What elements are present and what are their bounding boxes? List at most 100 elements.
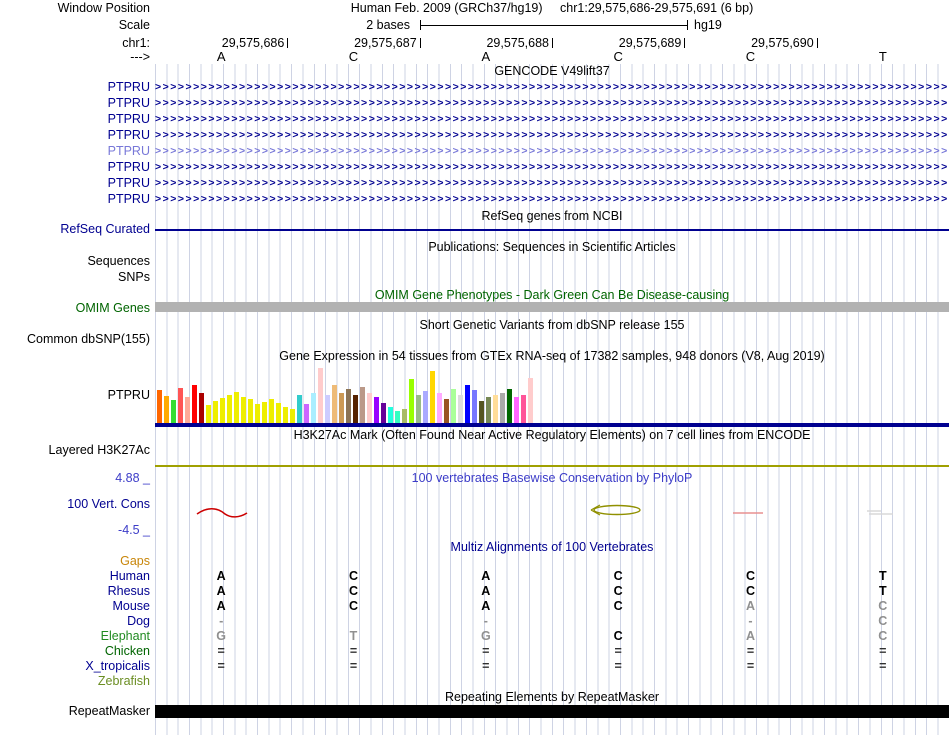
gene-label[interactable]: PTPRU (0, 192, 150, 206)
species-label[interactable]: Rhesus (0, 584, 150, 598)
gtex-bar[interactable] (325, 395, 330, 423)
repeatmasker-label[interactable]: RepeatMasker (0, 704, 150, 718)
gtex-bar[interactable] (514, 397, 519, 423)
gtex-bar[interactable] (521, 395, 526, 423)
gtex-bar[interactable] (178, 388, 183, 423)
gtex-bar[interactable] (157, 390, 162, 423)
multiz-species-row[interactable]: Mouse A C A C A C (0, 599, 950, 613)
species-label[interactable]: Chicken (0, 644, 150, 658)
gtex-bar[interactable] (332, 385, 337, 423)
gene-arrows[interactable]: >>>>>>>>>>>>>>>>>>>>>>>>>>>>>>>>>>>>>>>>… (155, 176, 949, 190)
gtex-bar[interactable] (262, 402, 267, 423)
gtex-gene-model-line[interactable] (155, 423, 949, 427)
gencode-gene-row[interactable]: PTPRU >>>>>>>>>>>>>>>>>>>>>>>>>>>>>>>>>>>… (0, 128, 950, 142)
gtex-bar[interactable] (353, 395, 358, 423)
gtex-bar[interactable] (493, 395, 498, 423)
gtex-bar[interactable] (227, 395, 232, 423)
sequences-label[interactable]: Sequences (0, 254, 150, 268)
gtex-bar[interactable] (241, 397, 246, 423)
gtex-bar[interactable] (360, 387, 365, 423)
gtex-bar[interactable] (423, 391, 428, 423)
gtex-bar[interactable] (472, 390, 477, 423)
gtex-bar[interactable] (416, 395, 421, 423)
gencode-gene-row[interactable]: PTPRU >>>>>>>>>>>>>>>>>>>>>>>>>>>>>>>>>>>… (0, 80, 950, 94)
phylop-wiggle-track[interactable] (155, 480, 949, 530)
gtex-bar[interactable] (283, 407, 288, 423)
gencode-gene-row[interactable]: PTPRU >>>>>>>>>>>>>>>>>>>>>>>>>>>>>>>>>>>… (0, 96, 950, 110)
gene-arrows[interactable]: >>>>>>>>>>>>>>>>>>>>>>>>>>>>>>>>>>>>>>>>… (155, 112, 949, 126)
multiz-species-row[interactable]: Chicken = = = = = = (0, 644, 950, 658)
gtex-bar[interactable] (234, 392, 239, 423)
gene-label[interactable]: PTPRU (0, 128, 150, 142)
gene-arrows[interactable]: >>>>>>>>>>>>>>>>>>>>>>>>>>>>>>>>>>>>>>>>… (155, 192, 949, 206)
gtex-bar[interactable] (395, 411, 400, 423)
h3k27ac-track[interactable] (155, 465, 949, 467)
h3k27ac-label[interactable]: Layered H3K27Ac (0, 443, 150, 457)
gtex-bar[interactable] (248, 399, 253, 423)
gtex-bar[interactable] (164, 396, 169, 423)
gtex-bar[interactable] (206, 405, 211, 423)
gene-label[interactable]: PTPRU (0, 176, 150, 190)
multiz-species-row[interactable]: Gaps (0, 554, 950, 568)
gene-label[interactable]: PTPRU (0, 96, 150, 110)
gtex-bar[interactable] (500, 393, 505, 423)
gtex-bar[interactable] (220, 398, 225, 423)
gtex-bar[interactable] (185, 397, 190, 423)
multiz-species-row[interactable]: X_tropicalis = = = = = = (0, 659, 950, 673)
gtex-bar[interactable] (437, 393, 442, 423)
refseq-curated-label[interactable]: RefSeq Curated (0, 222, 150, 236)
gencode-gene-row[interactable]: PTPRU >>>>>>>>>>>>>>>>>>>>>>>>>>>>>>>>>>>… (0, 160, 950, 174)
gtex-bar[interactable] (255, 404, 260, 423)
gtex-bar[interactable] (486, 397, 491, 423)
gene-arrows[interactable]: >>>>>>>>>>>>>>>>>>>>>>>>>>>>>>>>>>>>>>>>… (155, 80, 949, 94)
gtex-bar[interactable] (311, 393, 316, 423)
gtex-bar[interactable] (192, 385, 197, 423)
gencode-gene-row[interactable]: PTPRU >>>>>>>>>>>>>>>>>>>>>>>>>>>>>>>>>>>… (0, 112, 950, 126)
multiz-species-row[interactable]: Zebrafish (0, 674, 950, 688)
gene-label[interactable]: PTPRU (0, 144, 150, 158)
gtex-bar[interactable] (346, 389, 351, 423)
repeatmasker-track[interactable] (155, 705, 949, 718)
gtex-bar[interactable] (290, 409, 295, 423)
multiz-species-row[interactable]: Rhesus A C A C C T (0, 584, 950, 598)
multiz-species-row[interactable]: Elephant G T G C A C (0, 629, 950, 643)
species-label[interactable]: Gaps (0, 554, 150, 568)
species-label[interactable]: Elephant (0, 629, 150, 643)
species-label[interactable]: Human (0, 569, 150, 583)
refseq-curated-track[interactable] (155, 229, 949, 231)
omim-genes-label[interactable]: OMIM Genes (0, 301, 150, 315)
gtex-bar[interactable] (374, 397, 379, 423)
gene-arrows[interactable]: >>>>>>>>>>>>>>>>>>>>>>>>>>>>>>>>>>>>>>>>… (155, 144, 949, 158)
multiz-species-row[interactable]: Human A C A C C T (0, 569, 950, 583)
gtex-bar[interactable] (465, 385, 470, 423)
gtex-bar[interactable] (276, 403, 281, 423)
gtex-bar[interactable] (388, 407, 393, 423)
species-label[interactable]: X_tropicalis (0, 659, 150, 673)
gtex-bar[interactable] (507, 389, 512, 423)
gtex-bar[interactable] (199, 393, 204, 423)
gene-label[interactable]: PTPRU (0, 80, 150, 94)
gene-label[interactable]: PTPRU (0, 160, 150, 174)
gencode-gene-row[interactable]: PTPRU >>>>>>>>>>>>>>>>>>>>>>>>>>>>>>>>>>>… (0, 176, 950, 190)
gencode-gene-row[interactable]: PTPRU >>>>>>>>>>>>>>>>>>>>>>>>>>>>>>>>>>>… (0, 144, 950, 158)
gtex-bar[interactable] (367, 393, 372, 423)
snps-label[interactable]: SNPs (0, 270, 150, 284)
gtex-bar[interactable] (171, 400, 176, 423)
species-label[interactable]: Zebrafish (0, 674, 150, 688)
gtex-bar[interactable] (409, 379, 414, 423)
omim-genes-track[interactable] (155, 302, 949, 312)
gtex-bar[interactable] (451, 389, 456, 423)
gtex-bar[interactable] (528, 378, 533, 423)
species-label[interactable]: Dog (0, 614, 150, 628)
gene-arrows[interactable]: >>>>>>>>>>>>>>>>>>>>>>>>>>>>>>>>>>>>>>>>… (155, 128, 949, 142)
species-label[interactable]: Mouse (0, 599, 150, 613)
phylop-label[interactable]: 100 Vert. Cons (0, 497, 150, 511)
gene-arrows[interactable]: >>>>>>>>>>>>>>>>>>>>>>>>>>>>>>>>>>>>>>>>… (155, 96, 949, 110)
gtex-bar[interactable] (479, 401, 484, 423)
gtex-gene-label[interactable]: PTPRU (0, 388, 150, 402)
gencode-gene-row[interactable]: PTPRU >>>>>>>>>>>>>>>>>>>>>>>>>>>>>>>>>>>… (0, 192, 950, 206)
dbsnp-label[interactable]: Common dbSNP(155) (0, 332, 150, 346)
gtex-bar[interactable] (297, 395, 302, 423)
gtex-bar[interactable] (339, 393, 344, 423)
gtex-bar[interactable] (213, 401, 218, 423)
